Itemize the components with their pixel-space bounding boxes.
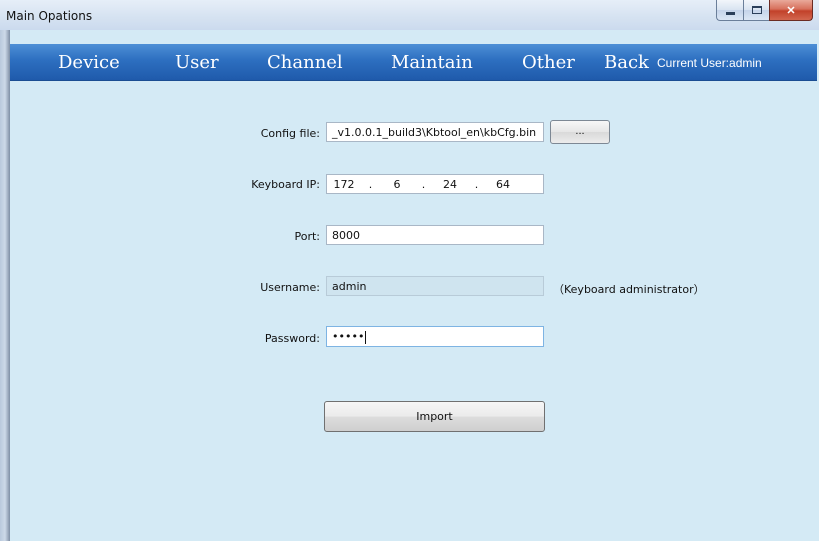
maximize-icon (751, 6, 762, 14)
ip-octet-1[interactable]: 172 (333, 178, 355, 191)
nav-other[interactable]: Other (522, 52, 575, 73)
window-title: Main Opations (6, 9, 93, 23)
minimize-button[interactable] (716, 0, 743, 21)
ip-dot: . (474, 178, 479, 191)
keyboard-ip-label: Keyboard IP: (251, 178, 320, 191)
title-bar[interactable]: Main Opations ✕ (0, 0, 819, 30)
window-left-border (0, 30, 10, 541)
username-field: admin (326, 276, 544, 296)
ip-octet-3[interactable]: 24 (439, 178, 461, 191)
nav-back[interactable]: Back (604, 52, 649, 73)
password-field[interactable]: ••••• (326, 326, 544, 347)
ip-octet-2[interactable]: 6 (386, 178, 408, 191)
browse-button[interactable]: ... (550, 120, 610, 144)
password-mask: ••••• (332, 330, 365, 343)
text-caret (365, 330, 367, 344)
close-icon: ✕ (786, 4, 796, 17)
nav-maintain[interactable]: Maintain (391, 52, 473, 73)
username-label: Username: (260, 281, 320, 294)
main-window: Main Opations ✕ Device User Channel Main… (0, 0, 819, 541)
nav-channel[interactable]: Channel (267, 52, 343, 73)
window-controls: ✕ (716, 0, 813, 22)
maximize-button[interactable] (743, 0, 769, 21)
username-note: （Keyboard administrator） (553, 283, 705, 296)
import-button[interactable]: Import (324, 401, 545, 432)
ip-octet-4[interactable]: 64 (492, 178, 514, 191)
config-file-label: Config file: (260, 127, 320, 140)
port-label: Port: (294, 230, 320, 243)
nav-user[interactable]: User (175, 52, 219, 73)
current-user-label: Current User:admin (657, 56, 762, 70)
nav-device[interactable]: Device (58, 52, 120, 73)
ip-dot: . (421, 178, 426, 191)
config-file-field[interactable]: _v1.0.0.1_build3\Kbtool_en\kbCfg.bin (326, 122, 544, 142)
close-button[interactable]: ✕ (769, 0, 813, 21)
minimize-icon (725, 11, 735, 15)
port-field[interactable]: 8000 (326, 225, 544, 245)
ip-dot: . (368, 178, 373, 191)
nav-bar: Device User Channel Maintain Other Back … (10, 44, 817, 81)
password-label: Password: (264, 332, 320, 345)
keyboard-ip-field[interactable]: 172. 6. 24. 64 (326, 174, 544, 194)
